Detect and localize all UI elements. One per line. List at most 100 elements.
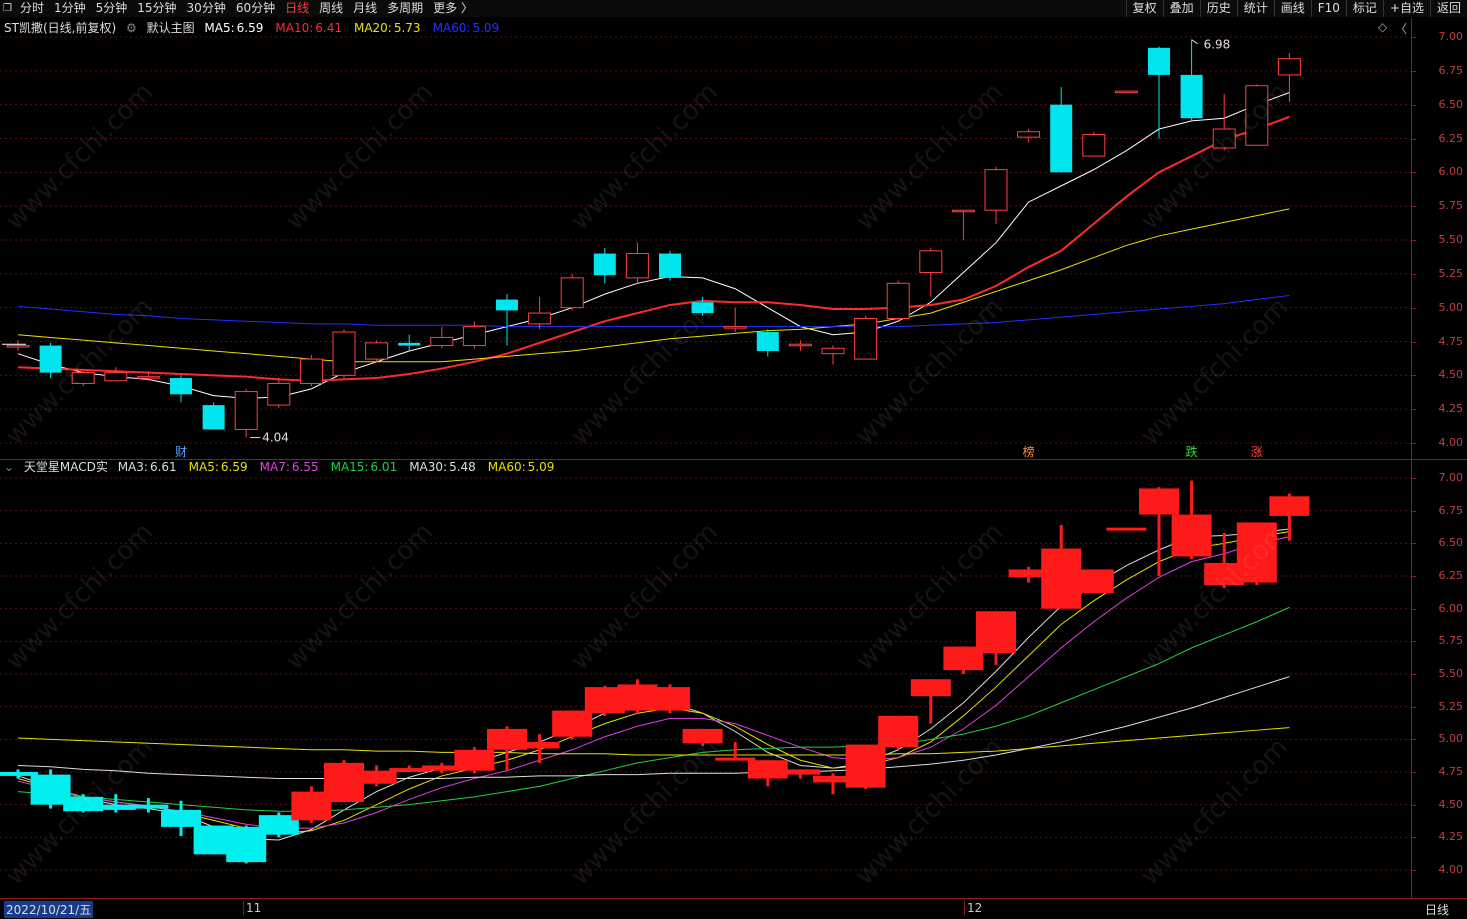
mark-button[interactable]: 标记 xyxy=(1345,0,1383,17)
adjust-button[interactable]: 复权 xyxy=(1125,0,1163,17)
candle[interactable] xyxy=(560,273,584,311)
candle[interactable] xyxy=(1017,129,1041,143)
indicator-block[interactable] xyxy=(650,684,690,714)
y-tick-mark xyxy=(1412,273,1416,275)
candle[interactable] xyxy=(39,342,62,379)
ma-label: MA7: xyxy=(259,460,290,474)
candle[interactable] xyxy=(691,296,714,316)
candle-body xyxy=(919,250,943,273)
candle[interactable] xyxy=(756,329,779,357)
event-marker[interactable]: 财 xyxy=(175,445,187,459)
tab-period[interactable]: 月线 xyxy=(348,0,382,17)
indicator-block[interactable] xyxy=(552,710,593,740)
stats-button[interactable]: 统计 xyxy=(1236,0,1274,17)
candle[interactable] xyxy=(788,340,812,351)
candle[interactable] xyxy=(1148,46,1170,139)
tab-period[interactable]: 分时 xyxy=(15,0,49,17)
add-watchlist-button[interactable]: +自选 xyxy=(1382,0,1430,17)
candle-body xyxy=(202,405,225,430)
candle[interactable] xyxy=(1114,90,1138,94)
indicator-block[interactable] xyxy=(878,715,919,750)
tab-period[interactable]: 5分钟 xyxy=(91,0,133,17)
candle[interactable] xyxy=(1180,39,1203,121)
main-candle-chart[interactable]: 6.98 4.04 财 榜 跌 涨 xyxy=(0,18,1412,459)
ma-label: MA60: xyxy=(487,460,526,474)
collapse-icon[interactable]: 〈 xyxy=(1395,20,1407,37)
candle[interactable] xyxy=(430,326,454,349)
diamond-icon[interactable]: ◇ xyxy=(1378,20,1387,34)
candle[interactable] xyxy=(984,166,1008,224)
main-chart-panel[interactable]: 6.98 4.04 财榜跌涨 ST凯撒(日线,前复权) ⚙ 默认主图 MA5: 6.5… xyxy=(0,18,1467,460)
candle[interactable] xyxy=(398,334,421,351)
candle[interactable] xyxy=(496,294,518,346)
tab-period-daily[interactable]: 日线 xyxy=(280,0,314,17)
tab-period[interactable]: 多周期 xyxy=(382,0,428,17)
ma-legend-item: MA5: 6.59 xyxy=(189,460,254,474)
indicator-block[interactable] xyxy=(1236,522,1277,586)
candle[interactable] xyxy=(234,388,258,438)
indicator-panel[interactable]: ⌄ 天堂星MACD实 MA3: 6.61 MA5: 6.59 MA7: 6.55 MA15:… xyxy=(0,459,1467,898)
ma-line-ma60 xyxy=(17,294,1290,328)
event-marker[interactable]: 榜 xyxy=(1023,444,1035,459)
candle[interactable] xyxy=(886,280,910,322)
history-button[interactable]: 历史 xyxy=(1199,0,1237,17)
tab-period[interactable]: 60分钟 xyxy=(231,0,280,17)
tab-more[interactable]: 更多 〉 xyxy=(428,0,478,17)
indicator-block[interactable] xyxy=(682,728,723,746)
indicator-block[interactable] xyxy=(1041,525,1082,609)
candle[interactable] xyxy=(593,248,616,284)
candle-body xyxy=(104,372,128,382)
candle[interactable] xyxy=(71,369,95,387)
candle[interactable] xyxy=(1212,93,1236,151)
candle[interactable] xyxy=(267,378,291,408)
candle[interactable] xyxy=(299,355,323,387)
y-tick-mark xyxy=(1412,870,1416,871)
candle[interactable] xyxy=(659,250,681,281)
candle[interactable] xyxy=(919,248,943,297)
indicator-block[interactable] xyxy=(845,744,886,789)
candle[interactable] xyxy=(104,367,128,382)
indicator-block[interactable] xyxy=(454,747,495,774)
candle[interactable] xyxy=(202,402,225,430)
candle[interactable] xyxy=(1050,87,1073,173)
date-label: 2022/10/21/五 xyxy=(4,901,94,918)
y-tick-label: 5.50 xyxy=(1438,233,1464,246)
indicator-chart[interactable] xyxy=(0,459,1412,898)
y-tick-mark xyxy=(1412,543,1416,545)
candle-body xyxy=(430,336,454,347)
candle[interactable] xyxy=(332,329,356,379)
indicator-block[interactable] xyxy=(1073,569,1114,593)
tab-period[interactable]: 周线 xyxy=(314,0,348,17)
tab-period[interactable]: 15分钟 xyxy=(132,0,181,17)
event-marker[interactable]: 涨 xyxy=(1251,444,1263,459)
event-marker[interactable]: 跌 xyxy=(1186,444,1198,459)
candle[interactable] xyxy=(1082,131,1106,157)
candle[interactable] xyxy=(723,307,747,333)
candle[interactable] xyxy=(365,340,389,362)
draw-button[interactable]: 画线 xyxy=(1273,0,1311,17)
y-tick-label: 6.75 xyxy=(1438,63,1464,77)
tab-period[interactable]: 30分钟 xyxy=(182,0,231,17)
candle-body xyxy=(170,378,192,395)
tab-period[interactable]: 1分钟 xyxy=(49,0,91,17)
y-tick-mark xyxy=(1412,576,1416,577)
ma-line-ma20 xyxy=(17,208,1290,363)
candle[interactable] xyxy=(170,375,192,403)
candle[interactable] xyxy=(528,296,552,330)
candle[interactable] xyxy=(625,242,649,284)
indicator-title[interactable]: 天堂星MACD实 xyxy=(24,460,108,474)
candle[interactable] xyxy=(1277,53,1301,102)
f10-button[interactable]: F10 xyxy=(1310,0,1346,17)
back-button[interactable]: 返回 xyxy=(1429,0,1467,17)
candle[interactable] xyxy=(821,345,845,365)
restore-icon[interactable]: ❐ xyxy=(0,0,15,17)
indicator-block[interactable] xyxy=(1106,527,1147,531)
gear-icon[interactable]: ⚙ xyxy=(126,21,137,35)
candle[interactable] xyxy=(951,209,975,240)
overlay-button[interactable]: 叠加 xyxy=(1162,0,1200,17)
candle[interactable] xyxy=(854,315,878,360)
candle[interactable] xyxy=(1245,84,1269,146)
indicator-name[interactable]: 默认主图 xyxy=(147,21,195,35)
chevron-down-icon[interactable]: ⌄ xyxy=(4,460,14,474)
block-body xyxy=(1073,569,1114,593)
